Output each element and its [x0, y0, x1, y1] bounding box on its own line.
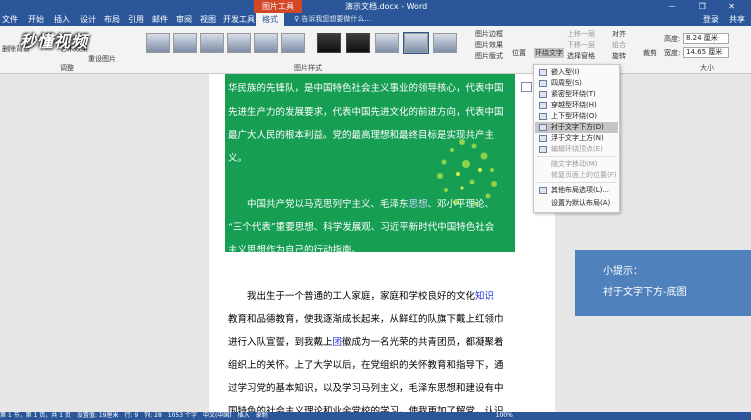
square-wrap-icon [539, 80, 547, 87]
menu-separator [537, 156, 617, 157]
picture-style-2[interactable] [173, 33, 197, 53]
edit-wrap-points-icon [539, 146, 547, 153]
doc-line: 最广大人民的根本利益。党的最高理想和最终目标是实现共产主 [228, 130, 495, 141]
crop-button[interactable]: 裁剪 [643, 48, 657, 58]
watermark-logo: 秒懂视频 [20, 32, 89, 51]
title-bar: 图片工具 演示文档.docx - Word － ❐ ✕ [0, 0, 751, 13]
doc-line: “三个代表”重要思想、科学发展观、习近平新时代中国特色社会 [228, 222, 495, 233]
doc-line: 教育和品德教育，使我逐渐成长起来，从鲜红的队旗下戴上红领巾 [228, 314, 504, 325]
tab-file[interactable]: 文件 [2, 13, 18, 26]
width-label: 宽度: [664, 49, 681, 57]
behind-text-icon [539, 124, 547, 131]
doc-line: 中国共产党以马克思列宁主义、毛泽东思想、邓小平理论、 [228, 199, 495, 210]
bring-forward-button[interactable]: 上移一层 [567, 29, 595, 39]
menu-item-through[interactable]: 穿越型环绕(H) [535, 100, 618, 111]
doc-line: 先进生产力的发展要求，代表中国先进文化的前进方向，代表中国 [228, 107, 504, 118]
in-front-of-text-icon [539, 135, 547, 142]
ribbon: 删除背景 艺术效果 重设图片 调整 图片样式 图片边框 图片效果 图片版式 位置… [0, 26, 751, 74]
doc-line: 义。 [228, 153, 248, 164]
picture-styles-group-label: 图片样式 [294, 64, 322, 72]
picture-style-11[interactable] [433, 33, 457, 53]
rotate-button[interactable]: 旋转 [612, 51, 626, 61]
menu-item-behind-text[interactable]: 衬于文字下方(D) [535, 122, 618, 133]
tab-home[interactable]: 开始 [28, 13, 44, 26]
tab-review[interactable]: 审阅 [176, 13, 192, 26]
tab-developer[interactable]: 开发工具 [223, 13, 255, 26]
tell-me-search[interactable]: ♀ 告诉我您想要做什么... [294, 13, 404, 25]
tab-view[interactable]: 视图 [200, 13, 216, 26]
selection-pane-button[interactable]: 选择窗格 [567, 51, 595, 61]
picture-layout-button[interactable]: 图片版式 [475, 51, 503, 61]
tight-wrap-icon [539, 91, 547, 98]
menu-item-inline[interactable]: 嵌入型(I) [535, 67, 618, 78]
picture-style-3[interactable] [200, 33, 224, 53]
doc-line: 华民族的先锋队，是中国特色社会主义事业的领导核心，代表中国 [228, 83, 504, 94]
tip-box: 小提示： 衬于文字下方-底图 [575, 250, 751, 316]
picture-border-button[interactable]: 图片边框 [475, 29, 503, 39]
adjust-group-label: 调整 [60, 64, 74, 72]
login-link[interactable]: 登录 [703, 15, 719, 24]
doc-line: 我出生于一个普通的工人家庭，家庭和学校良好的文化知识 [228, 291, 495, 302]
tab-references[interactable]: 引用 [128, 13, 144, 26]
menu-item-set-default-layout[interactable]: 设置为默认布局(A) [535, 198, 618, 209]
doc-line: 过学习党的基本知识，以及学习马列主义，毛泽东思想和建设有中 [228, 383, 504, 394]
menu-item-in-front-of-text[interactable]: 浮于文字上方(N) [535, 133, 618, 144]
reset-picture-button[interactable]: 重设图片 [88, 54, 116, 64]
send-backward-button[interactable]: 下移一层 [567, 40, 595, 50]
wrap-text-menu: 嵌入型(I) 四周型(S) 紧密型环绕(T) 穿越型环绕(H) 上下型环绕(O)… [533, 64, 620, 213]
picture-style-1[interactable] [146, 33, 170, 53]
align-button[interactable]: 对齐 [612, 29, 626, 39]
picture-style-7[interactable] [317, 33, 341, 53]
window-buttons[interactable]: － ❐ ✕ [668, 0, 745, 13]
doc-line: 主义思想作为自己的行动指南。 [228, 245, 362, 256]
layout-options-icon [539, 187, 547, 194]
status-bar: 第 1 节，第 1 页，共 1 页 设置值: 19厘米 行: 9 列: 28 1… [0, 412, 751, 420]
menu-item-fix-position[interactable]: 修复页面上的位置(F) [535, 170, 618, 181]
document-title: 演示文档.docx - Word [345, 2, 428, 11]
ribbon-tabs: 文件 开始 插入 设计 布局 引用 邮件 审阅 视图 开发工具 格式 ♀ 告诉我… [0, 13, 751, 26]
picture-style-9[interactable] [375, 33, 399, 53]
picture-effects-button[interactable]: 图片效果 [475, 40, 503, 50]
picture-style-6[interactable] [281, 33, 305, 53]
size-group-label: 大小 [700, 64, 714, 72]
tab-mailings[interactable]: 邮件 [152, 13, 168, 26]
height-input[interactable]: 8.24 厘米 [683, 33, 729, 44]
menu-separator [537, 182, 617, 183]
menu-item-tight[interactable]: 紧密型环绕(T) [535, 89, 618, 100]
menu-item-square[interactable]: 四周型(S) [535, 78, 618, 89]
user-area: 登录 共享 [703, 13, 745, 26]
picture-style-5[interactable] [254, 33, 278, 53]
position-button[interactable]: 位置 [512, 48, 526, 58]
layout-options-icon[interactable] [521, 82, 532, 92]
group-button[interactable]: 组合 [612, 40, 626, 50]
wrap-text-button[interactable]: 环绕文字 [534, 48, 564, 58]
doc-line: 进行入队宣誓，到我戴上团徽成为一名光荣的共青团员，都凝聚着 [228, 337, 504, 348]
doc-line: 组织上的关怀。上了大学以后，在党组织的关怀教育和指导下，通 [228, 360, 504, 371]
context-tab-group: 图片工具 [254, 0, 302, 13]
top-bottom-wrap-icon [539, 113, 547, 120]
picture-dot-pattern [437, 139, 497, 206]
menu-item-move-with-text[interactable]: 随文字移动(M) [535, 159, 618, 170]
tip-title: 小提示： [603, 266, 643, 277]
tab-layout[interactable]: 布局 [104, 13, 120, 26]
menu-item-top-bottom[interactable]: 上下型环绕(O) [535, 111, 618, 122]
through-wrap-icon [539, 102, 547, 109]
width-input[interactable]: 14.65 厘米 [683, 47, 729, 58]
menu-item-edit-wrap-points[interactable]: 编辑环绕顶点(E) [535, 144, 618, 155]
picture-style-4[interactable] [227, 33, 251, 53]
tab-design[interactable]: 设计 [80, 13, 96, 26]
inline-icon [539, 69, 547, 76]
height-label: 高度: [664, 35, 681, 43]
picture-style-8[interactable] [346, 33, 370, 53]
tip-body: 衬于文字下方-底图 [603, 287, 687, 298]
share-button[interactable]: 共享 [729, 15, 745, 24]
picture-style-10[interactable] [403, 32, 429, 54]
tab-format[interactable]: 格式 [256, 13, 284, 26]
menu-item-more-layout-options[interactable]: 其他布局选项(L)... [535, 185, 618, 196]
tab-insert[interactable]: 插入 [54, 13, 70, 26]
